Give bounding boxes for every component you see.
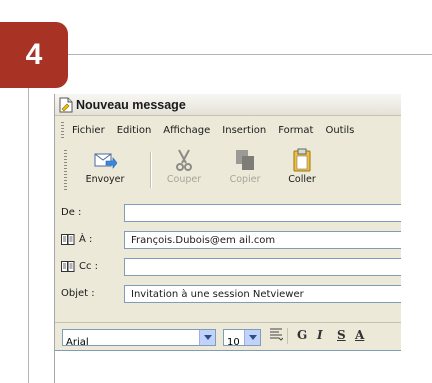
menu-insertion[interactable]: Insertion — [222, 125, 266, 136]
cc-label-wrap[interactable]: Cc : — [61, 261, 98, 272]
copy-icon — [233, 148, 257, 172]
chevron-down-icon[interactable] — [244, 330, 260, 345]
paragraph-style-icon[interactable] — [269, 327, 284, 344]
to-field[interactable]: François.Dubois@em ail.com — [124, 231, 401, 249]
toolbar-grip[interactable] — [64, 150, 67, 190]
copy-label: Copier — [229, 174, 261, 185]
cc-field[interactable] — [124, 258, 401, 276]
underline-button[interactable]: S — [337, 328, 346, 342]
subject-row: Objet : Invitation à une session Netview… — [55, 285, 401, 305]
copy-button[interactable]: Copier — [217, 148, 273, 192]
title-bar: Nouveau message — [55, 94, 401, 116]
to-row: À : François.Dubois@em ail.com — [55, 231, 401, 251]
scissors-icon — [172, 148, 196, 172]
send-button[interactable]: Envoyer — [77, 148, 133, 192]
font-family-value: Arial — [66, 337, 89, 348]
toolbar-separator — [150, 152, 152, 188]
message-body[interactable] — [55, 350, 401, 383]
formatting-toolbar: Arial 10 G I S A — [55, 322, 401, 349]
to-label: À : — [79, 234, 93, 245]
menu-bar: Fichier Edition Affichage Insertion Form… — [55, 119, 401, 141]
subject-label: Objet : — [61, 288, 95, 299]
address-book-icon — [61, 234, 75, 245]
menubar-grip[interactable] — [61, 122, 64, 138]
cc-label: Cc : — [79, 261, 99, 272]
to-label-wrap[interactable]: À : — [61, 234, 92, 245]
cc-row: Cc : — [55, 258, 401, 278]
font-size-select[interactable]: 10 — [223, 329, 261, 348]
menu-fichier[interactable]: Fichier — [72, 125, 105, 136]
send-label: Envoyer — [85, 174, 125, 185]
menu-outils[interactable]: Outils — [325, 125, 354, 136]
font-family-select[interactable]: Arial — [62, 329, 216, 348]
step-number-badge: 4 — [0, 22, 68, 88]
from-label: De : — [61, 207, 82, 218]
address-book-icon — [61, 261, 75, 272]
side-divider — [28, 88, 29, 383]
from-field[interactable] — [124, 204, 401, 222]
menu-affichage[interactable]: Affichage — [163, 125, 210, 136]
main-toolbar: Envoyer Couper Copier Coller — [55, 146, 401, 194]
menu-edition[interactable]: Edition — [117, 125, 152, 136]
cut-label: Couper — [166, 174, 202, 185]
window-title: Nouveau message — [76, 97, 186, 112]
paste-label: Coller — [288, 174, 316, 185]
message-headers: De : À : François.Dubois@em ail.com Cc:… — [55, 204, 401, 316]
format-separator — [287, 328, 288, 344]
italic-button[interactable]: I — [317, 328, 323, 342]
send-icon — [93, 148, 118, 172]
subject-field[interactable]: Invitation à une session Netviewer — [124, 285, 401, 303]
paste-icon — [290, 148, 314, 172]
menu-format[interactable]: Format — [278, 125, 313, 136]
chevron-down-icon[interactable] — [199, 330, 215, 345]
from-row: De : — [55, 204, 401, 224]
new-message-window: Nouveau message Fichier Edition Affichag… — [54, 94, 401, 383]
new-message-icon — [59, 97, 73, 113]
cut-button[interactable]: Couper — [156, 148, 212, 192]
header-divider — [68, 54, 432, 55]
bold-button[interactable]: G — [297, 328, 307, 342]
font-size-value: 10 — [227, 337, 240, 348]
paste-button[interactable]: Coller — [274, 148, 330, 192]
font-color-button[interactable]: A — [355, 328, 364, 342]
